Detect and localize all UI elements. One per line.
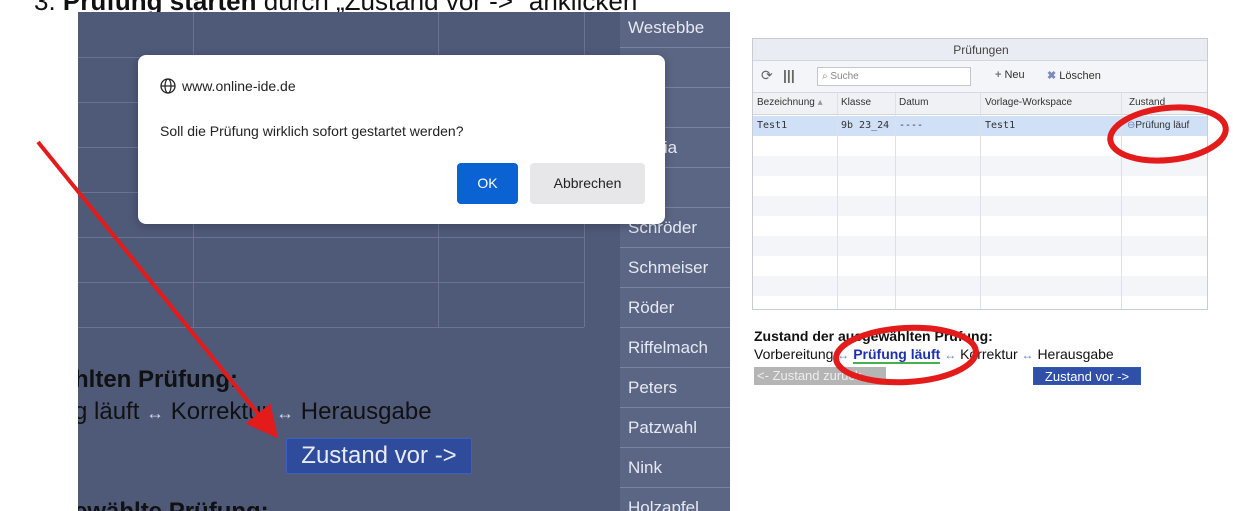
dialog-message: Soll die Prüfung wirklich sofort gestart… <box>160 123 464 139</box>
right-state-heading: Zustand der ausgewählten Prüfung: <box>754 328 993 344</box>
state-back-button[interactable]: <- Zustand zurück <box>754 367 886 385</box>
delete-button[interactable]: ✖ Löschen <box>1047 69 1101 82</box>
state-korrektur: Korrektur <box>170 398 270 425</box>
col-header[interactable]: Vorlage-Workspace <box>985 97 1072 108</box>
cell-workspace: Test1 <box>985 120 1016 131</box>
name-cell[interactable]: Nink <box>620 448 730 488</box>
state-arrow: ↔ <box>944 348 957 362</box>
state-arrow: ↔ <box>1021 348 1034 362</box>
state-korrektur: Korrektur <box>960 346 1018 362</box>
col-header[interactable]: Klasse <box>841 97 871 108</box>
dialog-site-label: www.online-ide.de <box>182 78 296 94</box>
ok-button[interactable]: OK <box>457 163 518 204</box>
col-header[interactable]: Datum <box>899 97 928 108</box>
cell-zustand: ⊖Prüfung läuf <box>1127 120 1190 131</box>
state-arrow: ↔ <box>146 403 165 423</box>
name-cell[interactable]: Riffelmach <box>620 328 730 368</box>
refresh-icon[interactable]: ⟳ <box>761 67 773 84</box>
col-header[interactable]: Bezeichnung ▴ <box>757 97 823 108</box>
state-current: Prüfung läuft <box>853 346 941 364</box>
new-label: Neu <box>1004 69 1025 81</box>
cancel-button[interactable]: Abbrechen <box>530 163 645 204</box>
exams-panel: Prüfungen ⟳ ||| ⌕ Suche + Neu ✖ Löschen … <box>752 38 1208 310</box>
cell-klasse: 9b 23_24 <box>841 120 890 131</box>
confirm-dialog: www.online-ide.de Soll die Prüfung wirkl… <box>138 55 665 224</box>
dialog-origin: www.online-ide.de <box>160 78 296 94</box>
state-heading: hlten Prüfung: <box>78 366 238 393</box>
toolbar: ⟳ ||| ⌕ Suche + Neu ✖ Löschen <box>753 61 1207 93</box>
right-state-sequence: Vorbereitung ↔ Prüfung läuft ↔ Korrektur… <box>754 346 1114 364</box>
grid-line <box>78 327 584 328</box>
state-herausgabe: Herausgabe <box>300 398 432 425</box>
grid-line <box>78 237 584 238</box>
state-herausgabe: Herausgabe <box>1037 346 1114 362</box>
new-button[interactable]: + Neu <box>995 69 1025 81</box>
search-placeholder: Suche <box>830 71 859 82</box>
search-input[interactable]: ⌕ Suche <box>817 67 971 86</box>
state-running: g läuft <box>78 398 140 425</box>
delete-x-icon: ✖ <box>1047 70 1060 82</box>
column-divider <box>837 93 838 309</box>
name-cell[interactable]: Patzwahl <box>620 408 730 448</box>
columns-icon[interactable]: ||| <box>783 67 795 83</box>
cell-datum: ---- <box>899 120 924 131</box>
panel-title: Prüfungen <box>753 39 1207 61</box>
state-forward-button[interactable]: Zustand vor -> <box>1033 367 1141 385</box>
grid-line <box>78 282 584 283</box>
state-arrow: ↔ <box>276 403 295 423</box>
name-cell[interactable]: Schmeiser <box>620 248 730 288</box>
name-cell[interactable]: Röder <box>620 288 730 328</box>
heading-number: 3. <box>34 0 56 16</box>
column-divider <box>1121 93 1122 309</box>
delete-label: Löschen <box>1059 70 1101 82</box>
column-divider <box>895 93 896 309</box>
globe-icon <box>160 78 176 94</box>
col-header[interactable]: Zustand <box>1129 97 1165 108</box>
bottom-heading: ewählte Prüfung: <box>78 498 269 511</box>
state-vorbereitung: Vorbereitung <box>754 346 834 362</box>
cell-bezeichnung: Test1 <box>757 120 788 131</box>
name-cell[interactable]: Holzapfel <box>620 488 730 511</box>
name-cell[interactable]: Westebbe <box>620 12 730 48</box>
state-sequence: g läuft ↔ Korrektur ↔ Herausgabe <box>78 398 432 426</box>
state-arrow: ↔ <box>837 348 850 362</box>
sort-up-icon: ▴ <box>817 97 823 108</box>
name-cell[interactable]: Peters <box>620 368 730 408</box>
column-divider <box>980 93 981 309</box>
advance-state-button[interactable]: Zustand vor -> <box>286 438 472 474</box>
